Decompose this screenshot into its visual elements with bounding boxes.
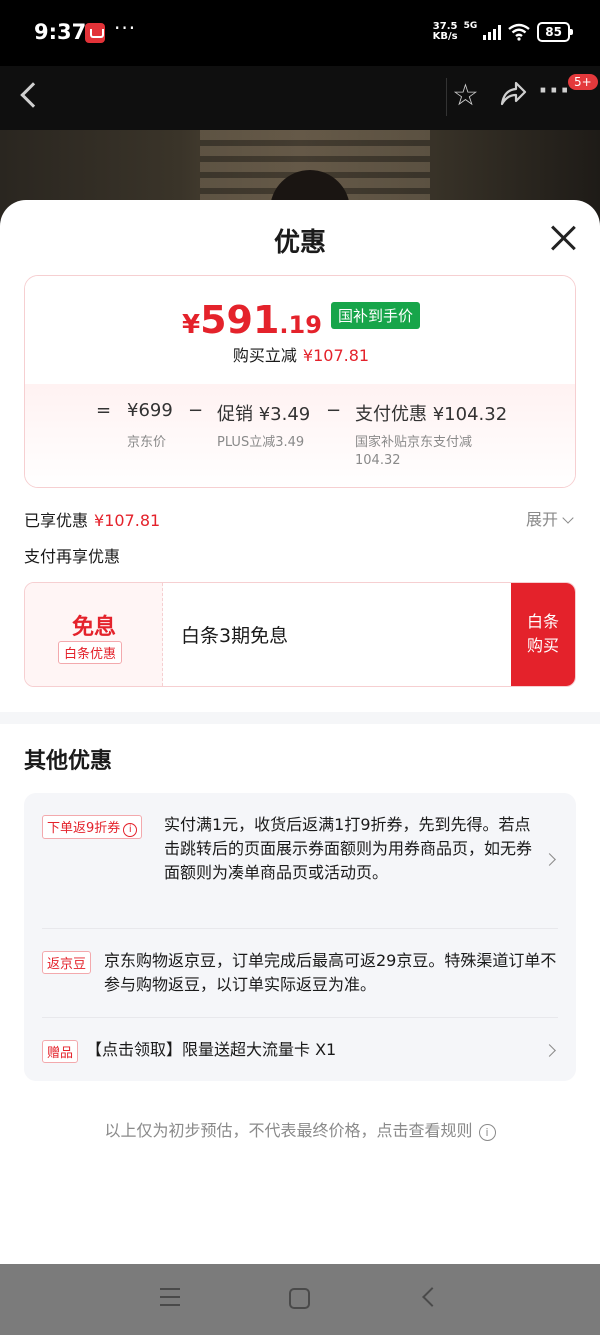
minus-sign-1: − <box>188 400 204 421</box>
baitiao-title: 白条3期免息 <box>181 625 289 647</box>
battery-indicator: 85 <box>537 22 573 42</box>
reduction-label: 购买立减 <box>232 346 297 365</box>
network-speed: 37.5 KB/s <box>433 22 458 42</box>
baitiao-tag: 白条优惠 <box>58 641 123 664</box>
offer-gift-text: 【点击领取】限量送超大流量卡 X1 <box>86 1040 337 1059</box>
footnote-text: 以上仅为初步预估，不代表最终价格，点击查看规则 <box>104 1121 473 1140</box>
more-icon[interactable]: ··· <box>538 76 571 106</box>
payment-discount-label: 国家补贴京东支付减104.32 <box>355 435 473 468</box>
price-card-top: ¥591.19 国补到手价 购买立减 ¥107.81 <box>25 276 575 384</box>
other-offers-card: 下单返9折券 i 实付满1元，收货后返满1打9折券，先到先得。若点击跳转后的页面展… <box>24 793 576 1081</box>
recent-apps-icon[interactable] <box>160 1288 180 1312</box>
status-bar: 9:37 ··· 37.5 KB/s 5G 85 <box>0 0 600 66</box>
baitiao-offer-card[interactable]: 免息 白条优惠 白条3期免息 白条 购买 <box>24 582 576 687</box>
instant-reduction: 购买立减 ¥107.81 <box>25 342 575 366</box>
system-nav-bar <box>0 1264 600 1335</box>
back-icon[interactable] <box>20 82 46 108</box>
pay-more-title: 支付再享优惠 <box>24 547 121 566</box>
section-divider <box>0 712 600 724</box>
price-decimal: .19 <box>279 311 322 339</box>
reduction-amount: ¥107.81 <box>302 346 370 365</box>
network-type: 5G <box>463 21 478 31</box>
payment-discount: 支付优惠 ¥104.32 <box>355 404 508 425</box>
offer-divider <box>42 1017 558 1018</box>
enjoyed-amount: ¥107.81 <box>94 511 161 530</box>
discount-sheet: 优惠 ¥591.19 国补到手价 购买立减 ¥107.81 = ¥699 京东价 … <box>0 200 600 1264</box>
chevron-down-icon <box>562 512 574 524</box>
status-indicators: 37.5 KB/s 5G 85 <box>433 21 573 42</box>
info-icon[interactable]: i <box>478 1124 496 1141</box>
enjoyed-discount: 已享优惠 ¥107.81 <box>24 507 160 531</box>
offer-jingdou-text: 京东购物返京豆，订单完成后最高可返29京豆。特殊渠道订单不参与购物返豆，以订单实… <box>104 951 557 994</box>
home-icon[interactable] <box>289 1288 310 1309</box>
promo-discount-label: PLUS立减3.49 <box>217 435 305 450</box>
price-integer: 591 <box>200 298 280 342</box>
system-back-icon[interactable] <box>422 1287 442 1307</box>
baitiao-button-line1: 白条 <box>526 612 559 631</box>
offer-gift-item[interactable]: 赠品 【点击领取】限量送超大流量卡 X1 <box>42 1038 558 1066</box>
promo-discount: 促销 ¥3.49 <box>217 404 311 425</box>
offer-jingdou-item: 返京豆 京东购物返京豆，订单完成后最高可返29京豆。特殊渠道订单不参与购物返豆，… <box>42 949 558 999</box>
minus-sign-2: − <box>326 400 342 421</box>
expand-label: 展开 <box>525 510 558 529</box>
favorite-star-icon[interactable]: ☆ <box>452 78 479 113</box>
share-icon[interactable] <box>498 78 528 110</box>
offer-coupon-tag-label: 下单返9折券 <box>47 821 121 836</box>
offer-gift-tag: 赠品 <box>42 1040 79 1063</box>
network-speed-unit: KB/s <box>432 31 458 42</box>
jd-price: ¥699 <box>127 400 173 421</box>
final-price: ¥591.19 国补到手价 <box>25 298 575 342</box>
equals-sign: = <box>96 400 112 421</box>
signal-icon <box>483 24 502 40</box>
app-notification-icon <box>85 23 105 43</box>
top-nav-bar: ☆ ··· 5+ <box>0 66 600 130</box>
price-summary-card: ¥591.19 国补到手价 购买立减 ¥107.81 = ¥699 京东价 − 促… <box>24 275 576 488</box>
expand-button[interactable]: 展开 <box>525 506 574 530</box>
offer-divider <box>42 928 558 929</box>
wifi-icon <box>508 23 531 41</box>
offer-coupon-item[interactable]: 下单返9折券 i 实付满1元，收货后返满1打9折券，先到先得。若点击跳转后的页面展… <box>42 813 558 913</box>
jd-price-label: 京东价 <box>127 435 167 450</box>
close-icon[interactable] <box>549 224 577 252</box>
baitiao-button-line2: 购买 <box>526 636 559 655</box>
offer-jingdou-tag: 返京豆 <box>42 951 92 974</box>
info-icon[interactable]: i <box>123 823 138 837</box>
price-currency: ¥ <box>181 310 201 340</box>
nav-divider <box>446 78 447 116</box>
sheet-title: 优惠 <box>273 228 326 258</box>
baitiao-badge-area: 免息 白条优惠 <box>25 583 163 686</box>
enjoyed-label: 已享优惠 <box>24 511 89 530</box>
baitiao-buy-button[interactable]: 白条 购买 <box>511 583 575 686</box>
message-badge: 5+ <box>568 74 598 90</box>
subsidy-price-tag: 国补到手价 <box>331 302 421 329</box>
other-offers-title: 其他优惠 <box>24 749 113 774</box>
offer-coupon-tag: 下单返9折券 i <box>42 815 143 839</box>
interest-free-label: 免息 <box>71 615 116 640</box>
status-time: 9:37 <box>34 20 87 44</box>
price-rules-note[interactable]: 以上仅为初步预估，不代表最终价格，点击查看规则 i <box>0 1117 600 1141</box>
more-notifications-icon: ··· <box>114 16 137 40</box>
